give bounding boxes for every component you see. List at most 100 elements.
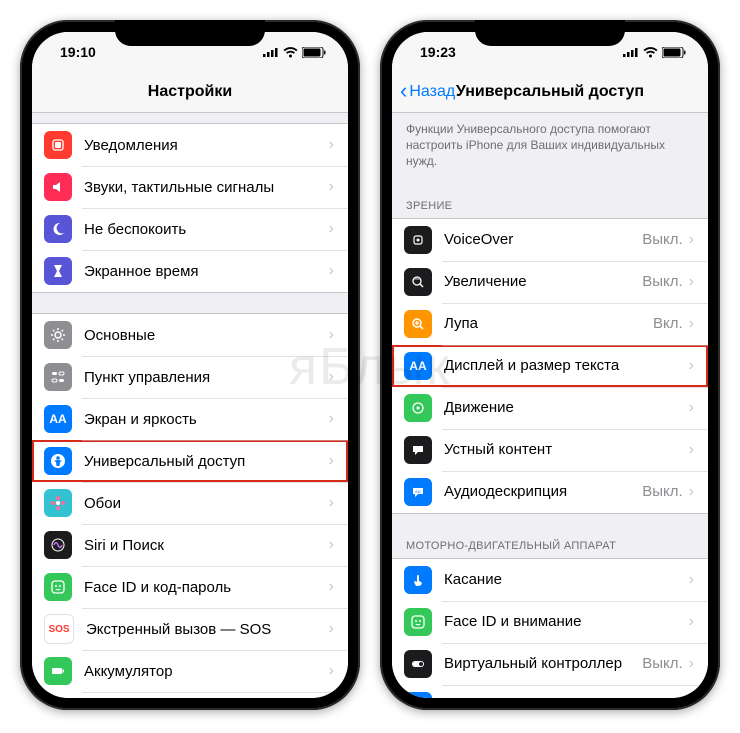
row-battery[interactable]: Аккумулятор› <box>32 650 348 692</box>
row-label: Движение <box>444 399 689 416</box>
screen-right: 19:23 ‹ Назад Универсальный доступ Функц… <box>392 32 708 698</box>
row-label: Касание <box>444 571 689 588</box>
face-attention-icon <box>404 608 432 636</box>
switch-control-icon <box>404 650 432 678</box>
chevron-right-icon: › <box>329 410 334 428</box>
navbar-right: ‹ Назад Универсальный доступ <box>392 72 708 113</box>
siri-icon <box>44 531 72 559</box>
row-label: Виртуальный контроллер <box>444 655 642 672</box>
row-audiodesc[interactable]: ADАудиодескрипцияВыкл.› <box>392 471 708 513</box>
row-value: Выкл. <box>642 231 682 248</box>
row-zoom[interactable]: УвеличениеВыкл. › <box>392 261 708 303</box>
chevron-right-icon: › <box>689 231 694 249</box>
chevron-right-icon: › <box>689 613 694 631</box>
chevron-right-icon: › <box>689 571 694 589</box>
chevron-right-icon: › <box>329 578 334 596</box>
row-wallpaper[interactable]: Обои› <box>32 482 348 524</box>
settings-list[interactable]: Уведомления›Звуки, тактильные сигналы›Не… <box>32 113 348 698</box>
screen-left: 19:10 Настройки Уведомления›Звуки, такти… <box>32 32 348 698</box>
battery-icon <box>44 657 72 685</box>
audiodesc-icon: AD <box>404 478 432 506</box>
row-notifications[interactable]: Уведомления› <box>32 124 348 166</box>
display-icon: AA <box>44 405 72 433</box>
back-button[interactable]: ‹ Назад <box>400 82 455 102</box>
row-privacy[interactable]: Конфиденциальность› <box>32 692 348 698</box>
row-touch[interactable]: Касание› <box>392 559 708 601</box>
chevron-right-icon: › <box>329 662 334 680</box>
chevron-right-icon: › <box>689 315 694 333</box>
row-voice-control[interactable]: Управление голосомВыкл.› <box>392 685 708 698</box>
chevron-right-icon: › <box>689 697 694 698</box>
row-face-attention[interactable]: Face ID и внимание› <box>392 601 708 643</box>
page-title: Настройки <box>32 83 348 101</box>
chevron-right-icon: › <box>329 536 334 554</box>
row-label: Экстренный вызов — SOS <box>86 621 329 638</box>
row-label: Увеличение <box>444 273 642 290</box>
status-time: 19:23 <box>420 44 456 60</box>
row-voiceover[interactable]: VoiceOverВыкл. › <box>392 219 708 261</box>
chevron-right-icon: › <box>329 326 334 344</box>
row-magnifier[interactable]: ЛупаВкл. › <box>392 303 708 345</box>
row-screentime[interactable]: Экранное время› <box>32 250 348 292</box>
row-label: Управление голосом <box>444 697 642 698</box>
chevron-right-icon: › <box>689 483 694 501</box>
row-sounds[interactable]: Звуки, тактильные сигналы› <box>32 166 348 208</box>
row-control-center[interactable]: Пункт управления› <box>32 356 348 398</box>
chevron-right-icon: › <box>689 273 694 291</box>
row-dnd[interactable]: Не беспокоить› <box>32 208 348 250</box>
control-center-icon <box>44 363 72 391</box>
row-label: Пункт управления <box>84 369 329 386</box>
row-label: Универсальный доступ <box>84 453 329 470</box>
row-switch-control[interactable]: Виртуальный контроллерВыкл.› <box>392 643 708 685</box>
chevron-right-icon: › <box>329 368 334 386</box>
notch <box>475 20 625 46</box>
row-label: Экран и яркость <box>84 411 329 428</box>
sounds-icon <box>44 173 72 201</box>
row-label: Аудиодескрипция <box>444 483 642 500</box>
row-label: VoiceOver <box>444 231 642 248</box>
screentime-icon <box>44 257 72 285</box>
phone-right: 19:23 ‹ Назад Универсальный доступ Функц… <box>380 20 720 710</box>
chevron-right-icon: › <box>329 220 334 238</box>
chevron-right-icon: › <box>689 399 694 417</box>
row-value: Вкл. <box>653 315 683 332</box>
section-header: ЗРЕНИЕ <box>392 194 708 218</box>
row-general[interactable]: Основные› <box>32 314 348 356</box>
row-sos[interactable]: SOSЭкстренный вызов — SOS› <box>32 608 348 650</box>
row-spoken[interactable]: Устный контент› <box>392 429 708 471</box>
chevron-right-icon: › <box>329 262 334 280</box>
phone-left: 19:10 Настройки Уведомления›Звуки, такти… <box>20 20 360 710</box>
row-faceid[interactable]: Face ID и код-пароль› <box>32 566 348 608</box>
chevron-right-icon: › <box>329 494 334 512</box>
row-accessibility[interactable]: Универсальный доступ› <box>32 440 348 482</box>
chevron-right-icon: › <box>689 441 694 459</box>
cellular-icon <box>623 47 639 57</box>
accessibility-list[interactable]: Функции Универсального доступа помогают … <box>392 113 708 698</box>
row-label: Лупа <box>444 315 653 332</box>
voiceover-icon <box>404 226 432 254</box>
chevron-left-icon: ‹ <box>400 80 407 102</box>
row-value: Выкл. <box>642 273 682 290</box>
chevron-right-icon: › <box>329 178 334 196</box>
row-label: Экранное время <box>84 263 329 280</box>
row-siri[interactable]: Siri и Поиск› <box>32 524 348 566</box>
row-label: Siri и Поиск <box>84 537 329 554</box>
magnifier-icon <box>404 310 432 338</box>
row-label: Звуки, тактильные сигналы <box>84 179 329 196</box>
zoom-icon <box>404 268 432 296</box>
row-label: Обои <box>84 495 329 512</box>
row-motion[interactable]: Движение› <box>392 387 708 429</box>
chevron-right-icon: › <box>329 136 334 154</box>
row-display-text[interactable]: AAДисплей и размер текста› <box>392 345 708 387</box>
svg-text:AD: AD <box>415 489 421 494</box>
motion-icon <box>404 394 432 422</box>
row-label: Не беспокоить <box>84 221 329 238</box>
row-label: Дисплей и размер текста <box>444 357 689 374</box>
wifi-icon <box>283 47 298 58</box>
row-label: Аккумулятор <box>84 663 329 680</box>
faceid-icon <box>44 573 72 601</box>
status-indicators <box>623 47 686 58</box>
section-header: МОТОРНО-ДВИГАТЕЛЬНЫЙ АППАРАТ <box>392 534 708 558</box>
touch-icon <box>404 566 432 594</box>
row-display[interactable]: AA Экран и яркость› <box>32 398 348 440</box>
